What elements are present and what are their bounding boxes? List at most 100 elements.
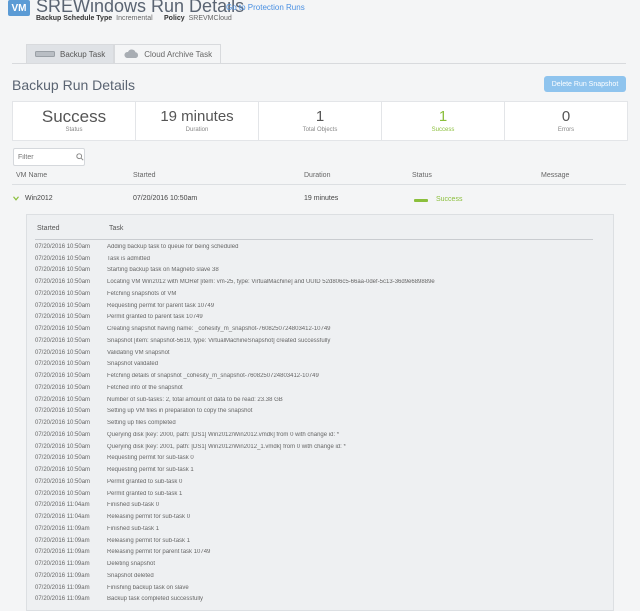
task-row: 07/20/2016 11:09am Snapshot deleted: [35, 570, 593, 582]
schedule-type-label: Backup Schedule Type: [36, 15, 113, 22]
task-row: 07/20/2016 10:50am Querying disk [key: 20…: [35, 441, 593, 453]
drive-icon: [35, 51, 55, 57]
task-started: 07/20/2016 10:50am: [35, 490, 91, 497]
task-started: 07/20/2016 10:50am: [35, 384, 91, 391]
task-started: 07/20/2016 10:50am: [35, 443, 91, 450]
task-started: 07/20/2016 10:50am: [35, 420, 91, 427]
column-header-status[interactable]: Status: [412, 172, 432, 179]
task-started: 07/20/2016 10:50am: [35, 314, 91, 321]
task-description: Finished sub-task 0: [107, 502, 160, 509]
task-description: Deleting snapshot: [107, 561, 156, 568]
table-header-divider: [12, 184, 626, 185]
task-row: 07/20/2016 10:50am Requesting permit for …: [35, 300, 593, 312]
task-row: 07/20/2016 10:50am Requesting permit for …: [35, 453, 593, 465]
task-description: Requesting permit for sub-task 1: [107, 467, 194, 474]
task-started: 07/20/2016 10:50am: [35, 431, 91, 438]
task-row: 07/20/2016 10:50am Setting up VM files in…: [35, 406, 593, 418]
task-description: Backup task completed successfully: [107, 596, 204, 603]
task-row: 07/20/2016 11:09am Deleting snapshot: [35, 558, 593, 570]
task-description: Setting up files completed: [107, 420, 176, 427]
task-description: Task is admitted: [107, 255, 151, 262]
task-row: 07/20/2016 11:09am Finishing backup task …: [35, 582, 593, 594]
task-started: 07/20/2016 11:04am: [35, 514, 90, 521]
task-description: Fetched info of the snapshot: [107, 384, 183, 391]
tab-cloud-archive-task-label: Cloud Archive Task: [144, 49, 213, 59]
task-column-header-task: Task: [109, 225, 124, 232]
cloud-icon: [124, 49, 139, 58]
task-started: 07/20/2016 10:50am: [35, 290, 91, 297]
delete-run-snapshot-button[interactable]: Delete Run Snapshot: [544, 76, 626, 92]
column-header-message[interactable]: Message: [541, 172, 569, 179]
column-header-started[interactable]: Started: [133, 172, 156, 179]
task-started: 07/20/2016 10:50am: [35, 408, 91, 415]
summary-success: 1 Success: [382, 102, 505, 140]
task-started: 07/20/2016 11:09am: [35, 596, 90, 603]
task-started: 07/20/2016 10:50am: [35, 267, 91, 274]
task-started: 07/20/2016 10:50am: [35, 279, 91, 286]
summary-total-objects: 1 Total Objects: [259, 102, 382, 140]
task-started: 07/20/2016 10:50am: [35, 396, 91, 403]
vm-badge-icon: VM: [8, 0, 30, 16]
task-started: 07/20/2016 10:50am: [35, 302, 91, 309]
task-description: Setting up VM files in preparation to co…: [107, 408, 253, 415]
chevron-down-icon[interactable]: [13, 196, 19, 201]
task-description: Snapshot validated: [107, 361, 159, 368]
status-success-icon: [414, 199, 428, 202]
task-started: 07/20/2016 11:09am: [35, 537, 90, 544]
summary-total-objects-value: 1: [315, 108, 325, 125]
task-started: 07/20/2016 11:09am: [35, 561, 90, 568]
task-description: Releasing permit for sub-task 0: [107, 514, 191, 521]
task-row: 07/20/2016 10:50am Starting backup task o…: [35, 265, 593, 277]
task-row: 07/20/2016 10:50am Requesting permit for …: [35, 464, 593, 476]
task-description: Finished sub-task 1: [107, 525, 160, 532]
column-header-vm-name[interactable]: VM Name: [16, 172, 47, 179]
task-started: 07/20/2016 10:50am: [35, 467, 91, 474]
task-description: Number of sub-tasks: 2, total amount of …: [107, 396, 283, 403]
policy: Policy SREVMCloud: [164, 15, 232, 22]
filter-box: [13, 148, 85, 166]
task-description: Fetching details of snapshot _cohesity_m…: [107, 373, 319, 380]
summary-errors-value: 0: [561, 108, 571, 125]
task-row: 07/20/2016 10:50am Number of sub-tasks: 2…: [35, 394, 593, 406]
task-description: Snapshot deleted: [107, 572, 154, 579]
task-description: Permit granted to parent task 10749: [107, 314, 203, 321]
task-row: 07/20/2016 11:09am Finished sub-task 1: [35, 523, 593, 535]
vm-row-name[interactable]: Win2012: [25, 195, 53, 202]
task-row: 07/20/2016 11:09am Backup task completed …: [35, 594, 593, 606]
search-icon[interactable]: [76, 152, 84, 162]
summary-duration-value: 19 minutes: [160, 108, 234, 125]
task-row: 07/20/2016 11:04am Finished sub-task 0: [35, 500, 593, 512]
filter-input[interactable]: [14, 153, 74, 161]
task-row: 07/20/2016 10:50am Permit granted to sub-…: [35, 476, 593, 488]
task-row: 07/20/2016 10:50am Creating snapshot havi…: [35, 323, 593, 335]
task-row: 07/20/2016 11:09am Releasing permit for p…: [35, 547, 593, 559]
tab-backup-task[interactable]: Backup Task: [26, 44, 115, 63]
vm-row-started: 07/20/2016 10:50am: [133, 195, 198, 202]
task-row: 07/20/2016 10:50am Locating VM Win2012 wi…: [35, 276, 593, 288]
summary-status: Success Status: [13, 102, 136, 140]
task-row: 07/20/2016 10:50am Fetching details of sn…: [35, 370, 593, 382]
task-started: 07/20/2016 10:50am: [35, 326, 91, 333]
task-row: 07/20/2016 10:50am Fetched info of the sn…: [35, 382, 593, 394]
task-description: Starting backup task on Magneto slave 38: [107, 267, 219, 274]
task-started: 07/20/2016 11:09am: [35, 525, 90, 532]
task-row: 07/20/2016 10:50am Validating VM snapshot: [35, 347, 593, 359]
task-description: Querying disk [key: 2001, path: [DS1] Wi…: [107, 443, 346, 450]
task-started: 07/20/2016 10:50am: [35, 373, 91, 380]
task-description: Permit granted to sub-task 1: [107, 490, 183, 497]
task-row: 07/20/2016 10:50am Setting up files compl…: [35, 417, 593, 429]
task-description: Permit granted to sub-task 0: [107, 478, 183, 485]
go-to-protection-runs-link[interactable]: Go to Protection Runs: [226, 3, 305, 12]
vm-row-duration: 19 minutes: [304, 195, 339, 202]
task-row: 07/20/2016 11:09am Releasing permit for s…: [35, 535, 593, 547]
column-header-duration[interactable]: Duration: [304, 172, 330, 179]
task-description: Adding backup task to queue for being sc…: [107, 243, 239, 250]
tab-cloud-archive-task[interactable]: Cloud Archive Task: [114, 44, 222, 63]
summary-errors: 0 Errors: [505, 102, 627, 140]
summary-status-label: Status: [65, 127, 83, 133]
tab-backup-task-label: Backup Task: [60, 49, 106, 59]
summary-duration-label: Duration: [185, 127, 209, 133]
task-row: 07/20/2016 10:50am Fetching snapshots of …: [35, 288, 593, 300]
summary-panel: Success Status 19 minutes Duration 1 Tot…: [12, 101, 628, 141]
task-started: 07/20/2016 10:50am: [35, 337, 91, 344]
